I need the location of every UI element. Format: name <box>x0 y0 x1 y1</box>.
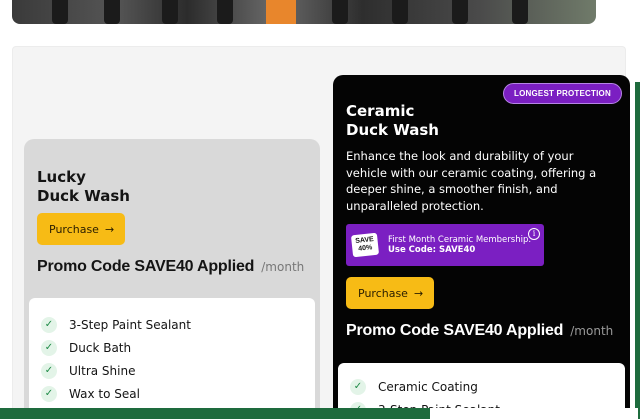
purchase-button-label: Purchase <box>49 222 99 236</box>
hero-orange-outfit <box>266 0 296 24</box>
list-item: ✓ Duck Bath <box>29 336 315 359</box>
hero-person-figure <box>104 0 120 24</box>
plan-title-line2: Duck Wash <box>346 121 439 139</box>
offer-text: First Month Ceramic Membership. Use Code… <box>388 235 538 255</box>
hero-person-figure <box>452 0 468 24</box>
hero-person-figure <box>162 0 178 24</box>
brand-green-footer-strip <box>0 408 640 419</box>
plan-card-lucky: Lucky Duck Wash Purchase → Promo Code SA… <box>24 139 320 419</box>
brand-green-edge <box>635 82 640 419</box>
check-icon: ✓ <box>41 362 57 379</box>
plan-title: Lucky Duck Wash <box>37 168 130 206</box>
list-item: ✓ Ceramic Coating <box>338 375 625 398</box>
purchase-button-label: Purchase <box>358 286 408 300</box>
plan-title-line1: Ceramic <box>346 102 415 120</box>
hero-photo <box>12 0 596 24</box>
purchase-button[interactable]: Purchase → <box>346 277 434 309</box>
hero-person-figure <box>332 0 348 24</box>
check-icon: ✓ <box>41 339 57 356</box>
promo-code-text: Promo Code SAVE40 Applied <box>37 258 255 275</box>
billing-period: /month <box>570 324 614 338</box>
promo-price-line: Promo Code SAVE40 Applied /month <box>37 258 304 276</box>
hero-person-figure <box>392 0 408 24</box>
check-icon: ✓ <box>41 385 57 402</box>
feature-list: ✓ 3-Step Paint Sealant ✓ Duck Bath ✓ Ult… <box>29 298 315 419</box>
offer-description: First Month Ceramic Membership. <box>388 235 532 245</box>
billing-period: /month <box>261 260 305 274</box>
save-tag-line2: 40% <box>358 244 373 253</box>
purchase-button[interactable]: Purchase → <box>37 213 125 245</box>
list-item: ✓ 3-Step Paint Sealant <box>29 313 315 336</box>
offer-code: Use Code: SAVE40 <box>388 245 476 255</box>
footer-gap <box>430 408 638 419</box>
hero-person-figure <box>217 0 233 24</box>
plan-card-ceramic: LONGEST PROTECTION Ceramic Duck Wash Enh… <box>333 75 630 419</box>
plan-title-line1: Lucky <box>37 168 86 186</box>
promo-code-text: Promo Code SAVE40 Applied <box>346 322 564 339</box>
check-icon: ✓ <box>41 316 57 333</box>
feature-label: 3-Step Paint Sealant <box>69 317 191 332</box>
feature-label: Ceramic Coating <box>378 379 478 394</box>
hero-person-figure <box>52 0 68 24</box>
plan-description: Enhance the look and durability of your … <box>346 149 597 213</box>
save-40-tag-icon: SAVE 40% <box>350 232 380 258</box>
info-icon[interactable]: i <box>528 228 540 240</box>
promo-price-line: Promo Code SAVE40 Applied /month <box>346 322 613 340</box>
list-item: ✓ Ultra Shine <box>29 359 315 382</box>
feature-label: Wax to Seal <box>69 386 140 401</box>
longest-protection-badge: LONGEST PROTECTION <box>503 83 622 104</box>
arrow-right-icon: → <box>413 286 424 300</box>
plan-title-line2: Duck Wash <box>37 187 130 205</box>
plan-title: Ceramic Duck Wash <box>346 102 439 140</box>
arrow-right-icon: → <box>104 222 115 236</box>
check-icon: ✓ <box>350 378 366 395</box>
hero-person-figure <box>512 0 528 24</box>
list-item: ✓ Wax to Seal <box>29 382 315 405</box>
feature-label: Ultra Shine <box>69 363 136 378</box>
feature-label: Duck Bath <box>69 340 132 355</box>
save40-offer-banner: SAVE 40% First Month Ceramic Membership.… <box>346 224 544 266</box>
